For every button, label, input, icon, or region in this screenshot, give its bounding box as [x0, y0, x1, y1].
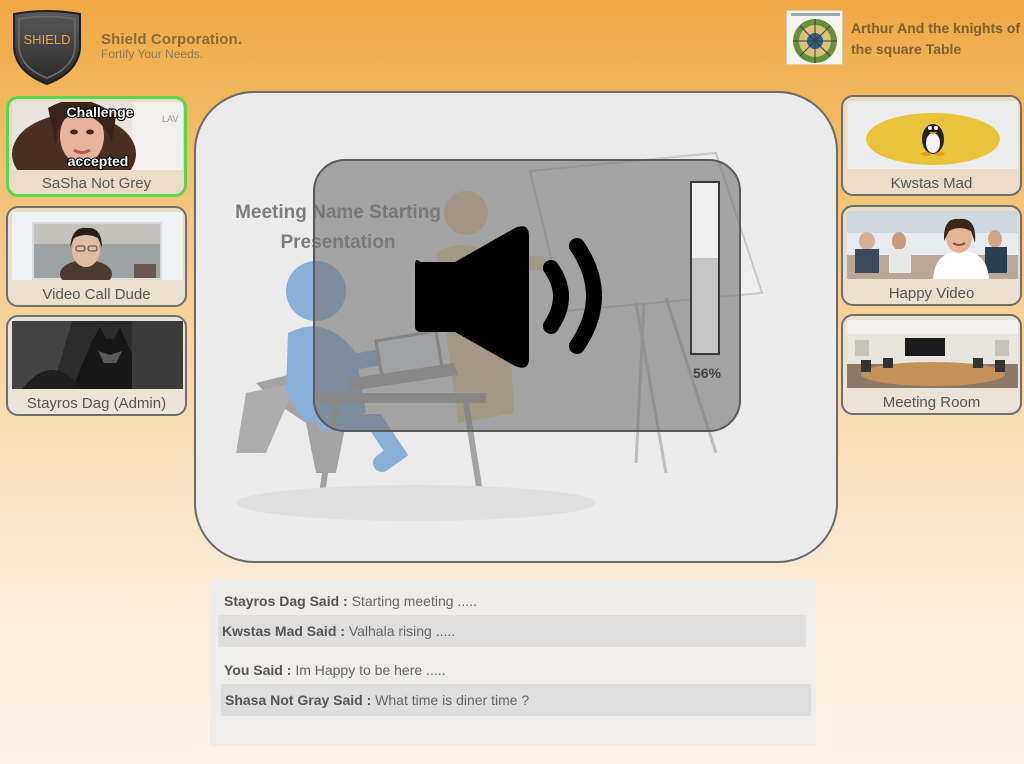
participant-tile-sasha[interactable]: LAV Challenge accepted SaSha Not Grey — [6, 96, 187, 197]
participant-video — [847, 320, 1018, 388]
speaker-icon — [415, 226, 602, 368]
chat-message: You Said : Im Happy to be here ..... — [220, 654, 800, 686]
meme-text-bottom: accepted — [68, 153, 129, 169]
chat-message: Shasa Not Gray Said : What time is diner… — [221, 684, 811, 716]
room-thumbnail — [786, 10, 843, 65]
participant-video: LAV Challenge accepted — [12, 102, 183, 170]
participant-tile-kwstas[interactable]: Kwstas Mad — [841, 95, 1022, 196]
chat-sender: Stayros Dag Said : — [224, 593, 348, 609]
volume-level-fill — [692, 257, 718, 353]
chat-message: Stayros Dag Said : Starting meeting ....… — [220, 585, 800, 617]
participant-video — [847, 101, 1018, 169]
participant-name: Meeting Room — [882, 394, 981, 411]
chat-sender: Kwstas Mad Said : — [222, 623, 345, 639]
chat-panel: Stayros Dag Said : Starting meeting ....… — [210, 578, 816, 746]
participant-video — [847, 211, 1018, 279]
volume-slider[interactable] — [690, 181, 720, 355]
participant-name: Stayros Dag (Admin) — [26, 395, 167, 412]
chat-message: Kwstas Mad Said : Valhala rising ..... — [218, 615, 806, 647]
participant-name: SaSha Not Grey — [41, 175, 152, 192]
participant-tile-stayros[interactable]: Stayros Dag (Admin) — [6, 315, 187, 416]
chat-sender: You Said : — [224, 662, 292, 678]
participant-name: Happy Video — [888, 285, 975, 302]
chat-text: Valhala rising ..... — [348, 623, 456, 639]
volume-percent: 56% — [692, 365, 722, 381]
chat-sender: Shasa Not Gray Said : — [225, 692, 372, 708]
brand: Shield Corporation. Fortify Your Needs. — [101, 31, 242, 61]
chat-text: What time is diner time ? — [375, 692, 530, 708]
company-name: Shield Corporation. — [101, 31, 243, 48]
participant-tile-meeting-room[interactable]: Meeting Room — [841, 314, 1022, 415]
shield-logo: SHIELD — [10, 10, 84, 86]
chat-text: Im Happy to be here ..... — [295, 662, 446, 678]
chat-text: Starting meeting ..... — [351, 593, 477, 609]
shield-logo-text: SHIELD — [24, 32, 71, 47]
participant-video — [12, 321, 183, 389]
svg-text:LAV: LAV — [162, 114, 178, 124]
participant-tile-happy-video[interactable]: Happy Video — [841, 205, 1022, 306]
volume-overlay[interactable]: 56% — [313, 159, 741, 432]
participant-tile-video-call-dude[interactable]: Video Call Dude — [6, 206, 187, 307]
room-title: Arthur And the knights of the square Tab… — [851, 20, 1021, 57]
participant-video — [12, 212, 183, 280]
company-tagline: Fortify Your Needs. — [101, 47, 204, 61]
meme-text-top: Challenge — [67, 104, 134, 120]
participant-name: Video Call Dude — [42, 286, 151, 303]
participant-name: Kwstas Mad — [890, 175, 973, 192]
